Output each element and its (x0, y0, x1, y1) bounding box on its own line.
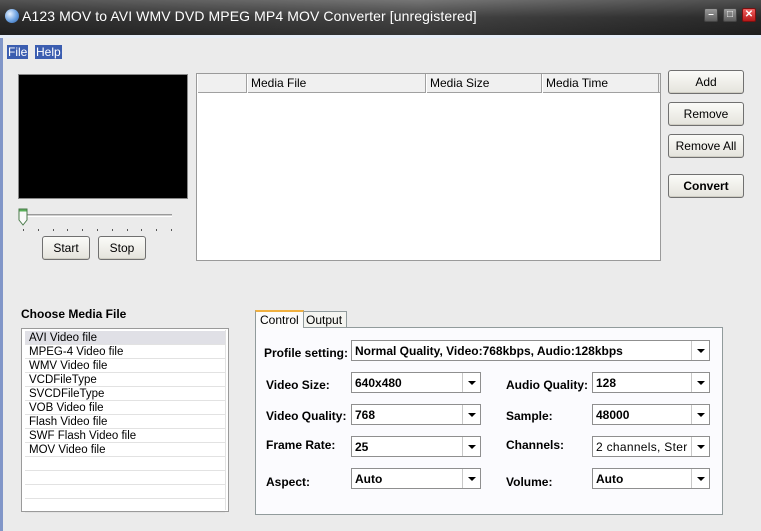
slider-tick (97, 229, 98, 231)
slider-tick (67, 229, 69, 231)
media-type-item[interactable]: AVI Video file (25, 331, 225, 345)
column-header-media-time[interactable]: Media Time (542, 74, 659, 93)
empty-list-row (25, 485, 225, 499)
video-quality-label: Video Quality: (266, 409, 347, 423)
menu-help[interactable]: Help (35, 45, 62, 59)
seek-slider-thumb[interactable] (18, 208, 28, 226)
media-type-item[interactable]: MOV Video file (25, 443, 225, 457)
frame-rate-label: Frame Rate: (266, 438, 336, 452)
window-left-border (0, 38, 3, 531)
profile-setting-select[interactable]: Normal Quality, Video:768kbps, Audio:128… (351, 340, 710, 361)
slider-tick (141, 229, 143, 231)
convert-button[interactable]: Convert (668, 174, 744, 198)
media-file-list[interactable]: Media File Media Size Media Time (196, 73, 661, 261)
video-size-label: Video Size: (266, 378, 330, 392)
column-header-media-file[interactable]: Media File (247, 74, 426, 93)
start-button[interactable]: Start (42, 236, 90, 260)
media-type-item[interactable]: VOB Video file (25, 401, 225, 415)
profile-setting-label: Profile setting: (264, 346, 349, 360)
media-type-item[interactable]: VCDFileType (25, 373, 225, 387)
channels-label: Channels: (506, 438, 565, 452)
column-header-index[interactable] (197, 74, 247, 93)
audio-quality-select[interactable]: 128 (592, 372, 710, 393)
frame-rate-value: 25 (355, 440, 369, 454)
seek-slider-ticks (23, 229, 173, 232)
app-globe-icon (5, 9, 19, 23)
video-quality-select[interactable]: 768 (351, 404, 481, 425)
sample-value: 48000 (596, 408, 630, 422)
title-bar: A123 MOV to AVI WMV DVD MPEG MP4 MOV Con… (0, 0, 761, 35)
slider-tick (52, 229, 54, 231)
window-title: A123 MOV to AVI WMV DVD MPEG MP4 MOV Con… (22, 8, 477, 24)
video-size-select[interactable]: 640x480 (351, 372, 481, 393)
aspect-value: Auto (355, 472, 383, 486)
add-button[interactable]: Add (668, 70, 744, 94)
slider-tick (111, 229, 113, 231)
slider-tick (23, 229, 24, 231)
slider-tick (156, 229, 158, 231)
volume-select[interactable]: Auto (592, 468, 710, 489)
list-column-divider (225, 330, 226, 510)
aspect-label: Aspect: (266, 475, 311, 489)
media-type-item[interactable]: WMV Video file (25, 359, 225, 373)
slider-tick (126, 229, 128, 231)
video-size-value: 640x480 (355, 376, 402, 390)
media-type-list[interactable]: AVI Video file MPEG-4 Video file WMV Video… (21, 328, 229, 513)
profile-setting-value: Normal Quality, Video:768kbps, Audio:128… (355, 344, 623, 358)
volume-value: Auto (596, 472, 624, 486)
chevron-down-icon[interactable] (462, 469, 480, 488)
seek-slider-track[interactable] (22, 214, 172, 217)
column-header-media-size[interactable]: Media Size (426, 74, 542, 93)
remove-all-button[interactable]: Remove All (668, 134, 744, 158)
close-button[interactable]: ✕ (742, 8, 756, 22)
chevron-down-icon[interactable] (691, 373, 709, 392)
audio-quality-value: 128 (596, 376, 617, 390)
stop-button[interactable]: Stop (98, 236, 146, 260)
slider-tick (82, 229, 84, 231)
sample-select[interactable]: 48000 (592, 404, 710, 425)
aspect-select[interactable]: Auto (351, 468, 481, 489)
slider-tick (171, 229, 172, 231)
empty-list-row (25, 457, 225, 471)
chevron-down-icon[interactable] (462, 437, 480, 456)
chevron-down-icon[interactable] (462, 373, 480, 392)
frame-rate-select[interactable]: 25 (351, 436, 481, 457)
tab-control[interactable]: Control (255, 310, 304, 328)
tab-output[interactable]: Output (301, 311, 348, 328)
audio-quality-label: Audio Quality: (506, 378, 588, 392)
empty-list-row (25, 499, 225, 513)
chevron-down-icon[interactable] (691, 469, 709, 488)
menu-file[interactable]: File (7, 45, 29, 59)
remove-button[interactable]: Remove (668, 102, 744, 126)
chevron-down-icon[interactable] (462, 405, 480, 424)
channels-select[interactable]: 2 channels, Ster (592, 436, 710, 457)
media-type-item[interactable]: MPEG-4 Video file (25, 345, 225, 359)
minimize-button[interactable]: – (704, 8, 718, 22)
volume-label: Volume: (506, 475, 553, 489)
list-header: Media File Media Size Media Time (197, 74, 660, 93)
maximize-button[interactable]: □ (723, 8, 737, 22)
video-quality-value: 768 (355, 408, 376, 422)
sample-label: Sample: (506, 409, 553, 423)
media-type-item[interactable]: SVCDFileType (25, 387, 225, 401)
chevron-down-icon[interactable] (691, 405, 709, 424)
choose-media-title: Choose Media File (21, 307, 127, 321)
channels-value: 2 channels, Ster (596, 440, 688, 454)
video-preview (18, 74, 188, 199)
chevron-down-icon[interactable] (691, 341, 709, 360)
empty-list-row (25, 471, 225, 485)
media-type-item[interactable]: SWF Flash Video file (25, 429, 225, 443)
chevron-down-icon[interactable] (691, 437, 709, 456)
media-type-item[interactable]: Flash Video file (25, 415, 225, 429)
slider-tick (37, 229, 39, 231)
